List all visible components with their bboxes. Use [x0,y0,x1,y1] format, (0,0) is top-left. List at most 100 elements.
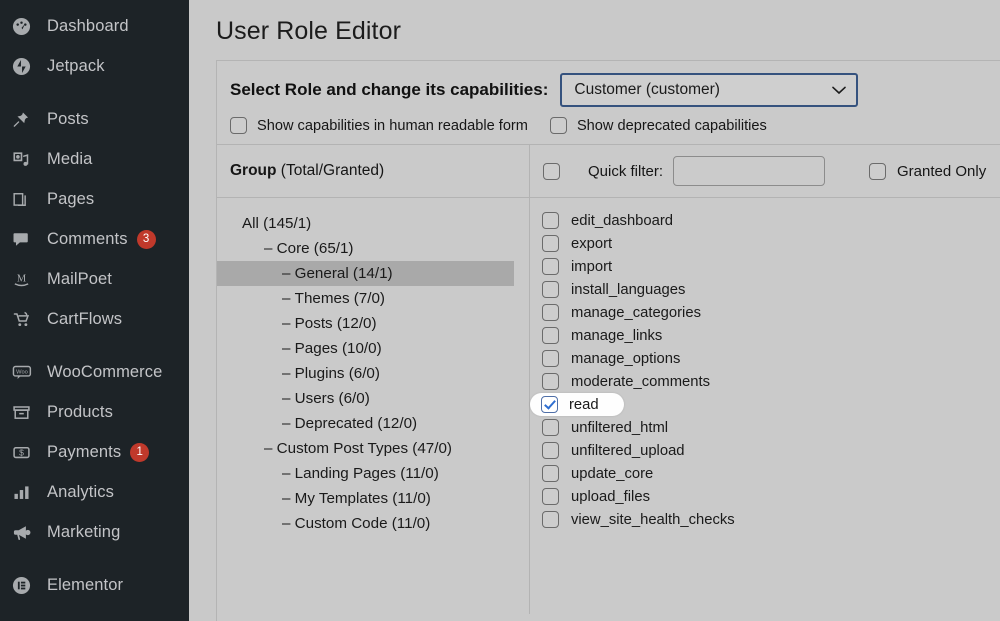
group-tree-item[interactable]: – Custom Post Types (47/0) [217,436,529,461]
sidebar-item-posts[interactable]: Posts [0,99,189,139]
pages-icon [12,188,38,210]
sidebar-item-marketing[interactable]: Marketing [0,512,189,552]
select-all-capabilities-checkbox[interactable] [543,162,560,180]
capability-row[interactable]: read [530,393,624,416]
group-tree-item[interactable]: – My Templates (11/0) [217,486,529,511]
capability-checkbox[interactable] [542,350,559,367]
capability-checkbox[interactable] [542,327,559,344]
capability-row[interactable]: upload_files [530,485,1000,508]
sidebar-item-products[interactable]: Products [0,392,189,432]
group-tree-item[interactable]: – Users (6/0) [217,386,529,411]
capability-row[interactable]: view_site_health_checks [530,508,1000,531]
quick-filter-label: Quick filter: [588,162,664,180]
sidebar-item-pages[interactable]: Pages [0,179,189,219]
capability-checkbox[interactable] [542,304,559,321]
group-scrollbar[interactable] [521,241,527,391]
sidebar-item-label: WooCommerce [47,362,163,381]
group-tree-item[interactable]: – Plugins (6/0) [217,361,529,386]
group-tree-item-label: Custom Post Types (47/0) [276,440,452,457]
capability-row[interactable]: unfiltered_html [530,416,1000,439]
sidebar-item-media[interactable]: Media [0,139,189,179]
capability-row[interactable]: install_languages [530,278,1000,301]
capability-label: export [571,235,613,252]
granted-only-checkbox[interactable] [869,162,887,180]
svg-text:Woo: Woo [16,369,28,375]
elementor-icon [12,574,38,596]
jetpack-icon [12,55,38,77]
group-tree-item-label: All (145/1) [242,215,312,232]
option-checkbox[interactable] [230,117,247,134]
sidebar-item-analytics[interactable]: Analytics [0,472,189,512]
sidebar-item-mailpoet[interactable]: M MailPoet [0,259,189,299]
capability-row[interactable]: update_core [530,462,1000,485]
capability-checkbox[interactable] [542,511,559,528]
products-icon [12,401,38,423]
group-tree-item[interactable]: – Deprecated (12/0) [217,411,529,436]
comment-icon [12,228,38,250]
capability-checkbox[interactable] [542,419,559,436]
main-content: User Role Editor Select Role and change … [189,0,1000,621]
capability-row[interactable]: manage_categories [530,301,1000,324]
group-tree-item-label: Custom Code (11/0) [294,515,431,532]
group-tree-item[interactable]: – Core (65/1) [217,236,529,261]
group-tree-item[interactable]: – Posts (12/0) [217,311,529,336]
sidebar-item-cartflows[interactable]: CartFlows [0,299,189,339]
role-selector-row: Select Role and change its capabilities:… [217,61,1000,115]
capability-row[interactable]: manage_links [530,324,1000,347]
granted-only-option[interactable]: Granted Only [869,162,987,180]
capability-checkbox[interactable] [542,281,559,298]
capability-label: update_core [571,465,654,482]
capability-row[interactable]: edit_dashboard [530,209,1000,232]
capability-row[interactable]: unfiltered_upload [530,439,1000,462]
capability-label: manage_options [571,350,681,367]
sidebar-item-label: Payments [47,442,122,461]
capability-checkbox[interactable] [542,465,559,482]
sidebar-item-elementor[interactable]: Elementor [0,565,189,605]
capability-row[interactable]: import [530,255,1000,278]
group-tree-item[interactable]: All (145/1) [217,211,529,236]
capability-label: read [569,396,599,413]
group-tree-item-label: Landing Pages (11/0) [294,465,439,482]
capability-checkbox[interactable] [542,488,559,505]
group-tree: All (145/1) – Core (65/1) – General (14/1)… [217,198,529,536]
sidebar-item-label: Dashboard [47,16,129,35]
capability-checkbox[interactable] [542,442,559,459]
group-tree-item-label: Themes (7/0) [294,290,385,307]
group-tree-item[interactable]: – Themes (7/0) [217,286,529,311]
svg-text:M: M [17,273,26,284]
sidebar-item-dashboard[interactable]: Dashboard [0,6,189,46]
tree-dash: – [282,340,295,357]
capability-checkbox[interactable] [542,258,559,275]
granted-only-label: Granted Only [897,162,987,180]
group-header-rest: (Total/Granted) [276,162,385,179]
editor-columns: Group (Total/Granted) All (145/1) – Core … [217,145,1000,614]
capability-checkbox[interactable] [541,396,558,413]
capability-checkbox[interactable] [542,212,559,229]
capability-checkbox[interactable] [542,235,559,252]
role-select[interactable]: Customer (customer) [560,73,859,107]
option-1[interactable]: Show deprecated capabilities [549,117,767,134]
group-tree-item[interactable]: – Pages (10/0) [217,336,529,361]
capability-row[interactable]: export [530,232,1000,255]
group-tree-item-label: Plugins (6/0) [294,365,380,382]
sidebar-item-label: Comments [47,229,128,248]
sidebar-item-woocommerce[interactable]: Woo WooCommerce [0,352,189,392]
app-root: Dashboard Jetpack Posts Media Pages Comments 3… [0,0,1000,621]
quick-filter-input[interactable] [673,156,826,186]
capability-label: install_languages [571,281,686,298]
option-0[interactable]: Show capabilities in human readable form [230,117,528,134]
capability-row[interactable]: moderate_comments [530,370,1000,393]
sidebar-item-comments[interactable]: Comments 3 [0,219,189,259]
sidebar-item-payments[interactable]: $ Payments 1 [0,432,189,472]
group-tree-item[interactable]: – General (14/1) [217,261,514,286]
option-checkbox[interactable] [549,117,567,134]
capability-checkbox[interactable] [542,373,559,390]
role-editor-panel: Select Role and change its capabilities:… [216,60,1000,621]
media-icon [12,148,38,170]
group-tree-item[interactable]: – Landing Pages (11/0) [217,461,529,486]
capability-label: upload_files [571,488,650,505]
sidebar-item-label: CartFlows [47,309,123,328]
capability-row[interactable]: manage_options [530,347,1000,370]
group-tree-item[interactable]: – Custom Code (11/0) [217,511,529,536]
sidebar-item-jetpack[interactable]: Jetpack [0,46,189,86]
